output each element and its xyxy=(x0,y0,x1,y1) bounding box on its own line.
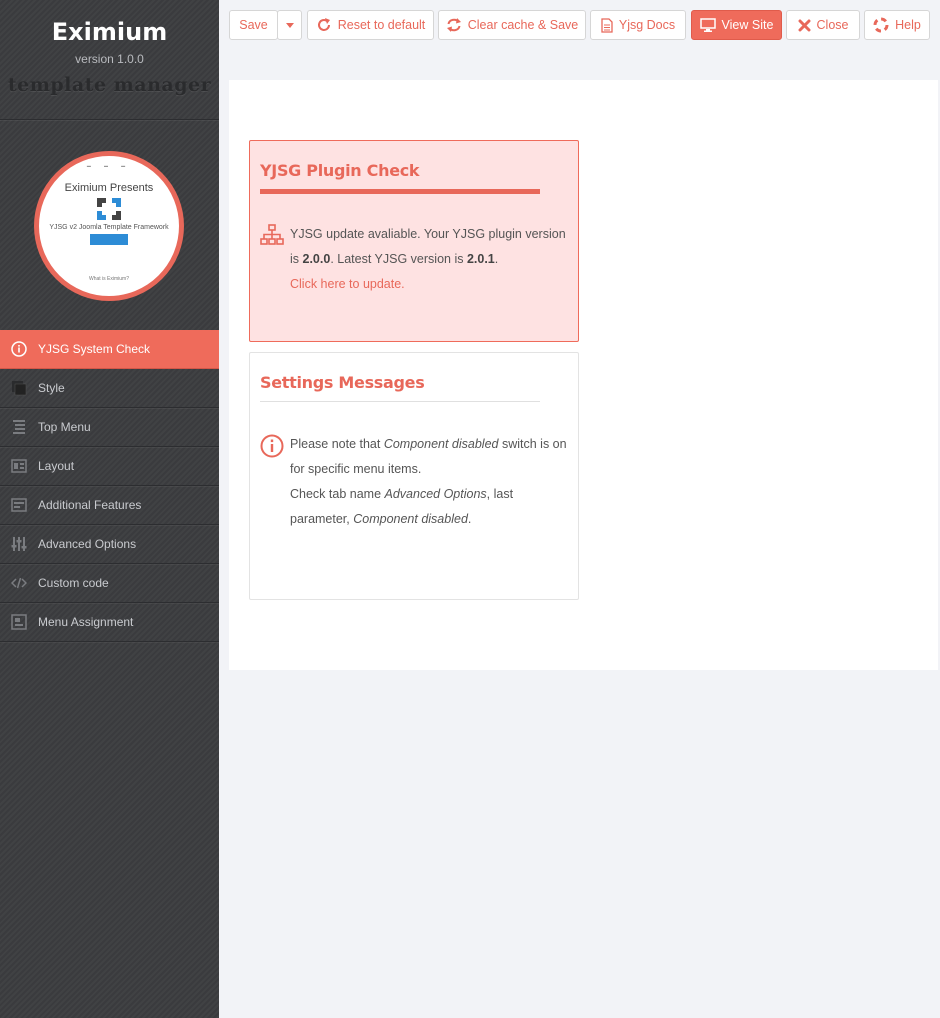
yjsg-docs-button[interactable]: Yjsg Docs xyxy=(590,10,686,40)
code-icon xyxy=(10,574,28,592)
save-button[interactable]: Save xyxy=(229,10,278,40)
sidebar-item-advanced-options[interactable]: Advanced Options xyxy=(0,525,219,564)
sidebar-item-additional-features[interactable]: Additional Features xyxy=(0,486,219,525)
refresh-icon xyxy=(446,18,461,32)
sidebar-item-label: Style xyxy=(38,381,65,395)
plugin-check-title: YJSG Plugin Check xyxy=(260,161,420,180)
help-button-label: Help xyxy=(895,18,921,32)
msg-p2-em1: Advanced Options xyxy=(384,487,487,501)
sidebar-item-style[interactable]: Style xyxy=(0,369,219,408)
update-link[interactable]: Click here to update. xyxy=(290,277,405,291)
info-circle-icon xyxy=(260,432,290,532)
sidebar-item-label: Advanced Options xyxy=(38,537,137,551)
sidebar-item-label: Custom code xyxy=(38,576,109,590)
current-version: 2.0.0 xyxy=(302,252,331,266)
settings-messages-text: Please note that Component disabled swit… xyxy=(290,432,568,532)
info-icon xyxy=(10,340,28,358)
toolbar: Save Reset to default Clear cache & Save… xyxy=(219,0,940,50)
settings-messages-title: Settings Messages xyxy=(260,373,425,392)
preview-nav: ▬ ▬ ▬ xyxy=(86,163,132,168)
yjsg-logo-icon xyxy=(97,198,121,220)
reset-button-label: Reset to default xyxy=(337,18,426,32)
reset-to-default-button[interactable]: Reset to default xyxy=(307,10,434,40)
sidebar-item-top-menu[interactable]: Top Menu xyxy=(0,408,219,447)
main-panel: YJSG Plugin Check YJSG update avaliable.… xyxy=(229,80,938,670)
plugin-check-body: YJSG update avaliable. Your YJSG plugin … xyxy=(250,194,578,297)
sliders-icon xyxy=(10,535,28,553)
settings-messages-body: Please note that Component disabled swit… xyxy=(250,402,578,532)
plugin-check-box: YJSG Plugin Check YJSG update avaliable.… xyxy=(249,140,579,342)
save-dropdown-toggle[interactable] xyxy=(277,10,302,40)
plugin-check-message: YJSG update avaliable. Your YJSG plugin … xyxy=(290,222,568,297)
brand-title: Eximium xyxy=(51,18,168,46)
sidebar-item-label: Top Menu xyxy=(38,420,91,434)
preview-footer: What is Eximium? xyxy=(88,276,129,282)
sidebar-menu: YJSG System Check Style Top Menu Layout … xyxy=(0,330,219,642)
preview-caption: YJSG v2 Joomla Template Framework xyxy=(49,224,169,231)
msg-p2-a: Check tab name xyxy=(290,487,385,501)
sidebar-item-layout[interactable]: Layout xyxy=(0,447,219,486)
docs-button-label: Yjsg Docs xyxy=(618,18,676,32)
brand-version: version 1.0.0 xyxy=(75,52,144,66)
clear-cache-button-label: Clear cache & Save xyxy=(467,18,579,32)
lifebuoy-icon xyxy=(873,17,889,33)
features-icon xyxy=(10,496,28,514)
template-preview-thumbnail: ▬ ▬ ▬ Eximium Presents YJSG v2 Joomla Te… xyxy=(34,151,184,301)
view-site-button-label: View Site xyxy=(721,18,774,32)
sidebar: Eximium version 1.0.0 template manager ▬… xyxy=(0,0,219,1018)
sitemap-icon xyxy=(260,222,290,297)
sidebar-item-system-check[interactable]: YJSG System Check xyxy=(0,330,219,369)
clear-cache-save-button[interactable]: Clear cache & Save xyxy=(438,10,586,40)
brand-subtitle: template manager xyxy=(7,74,212,96)
sidebar-item-custom-code[interactable]: Custom code xyxy=(0,564,219,603)
sidebar-item-label: Menu Assignment xyxy=(38,615,134,629)
latest-version: 2.0.1 xyxy=(466,252,495,266)
msg-p2-em2: Component disabled xyxy=(353,512,468,526)
reset-icon xyxy=(317,18,330,31)
close-icon xyxy=(798,19,811,31)
msg-p1-em: Component disabled xyxy=(383,437,499,451)
sidebar-item-label: Additional Features xyxy=(38,498,142,512)
assignment-icon xyxy=(10,613,28,631)
plugin-check-text-3: . xyxy=(494,252,499,266)
sidebar-item-label: Layout xyxy=(38,459,75,473)
template-preview-area: ▬ ▬ ▬ Eximium Presents YJSG v2 Joomla Te… xyxy=(0,120,219,330)
msg-p2-c: . xyxy=(467,512,472,526)
brand: Eximium version 1.0.0 template manager xyxy=(0,0,219,120)
document-icon xyxy=(601,17,613,33)
preview-headline: Eximium Presents xyxy=(64,182,154,194)
view-site-button[interactable]: View Site xyxy=(691,10,782,40)
settings-messages-box: Settings Messages Please note that Compo… xyxy=(249,352,579,600)
help-button[interactable]: Help xyxy=(864,10,930,40)
menu-list-icon xyxy=(10,418,28,436)
sidebar-item-menu-assignment[interactable]: Menu Assignment xyxy=(0,603,219,642)
save-button-label: Save xyxy=(239,18,268,32)
monitor-icon xyxy=(699,18,716,32)
preview-download-button xyxy=(90,234,128,245)
close-button-label: Close xyxy=(816,18,849,32)
caret-down-icon xyxy=(285,22,294,28)
plugin-check-text-2: . Latest YJSG version is xyxy=(330,252,467,266)
style-icon xyxy=(10,379,28,397)
sidebar-item-label: YJSG System Check xyxy=(38,342,151,356)
layout-icon xyxy=(10,457,28,475)
msg-p1-a: Please note that xyxy=(290,437,384,451)
close-button[interactable]: Close xyxy=(786,10,860,40)
